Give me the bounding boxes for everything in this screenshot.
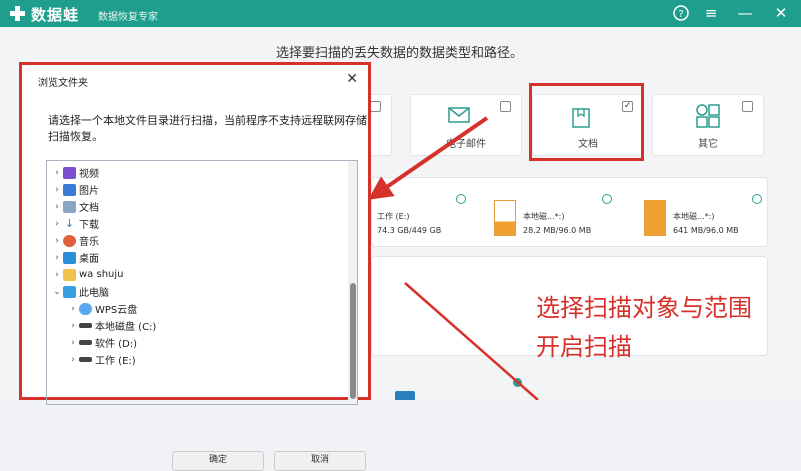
drive-icon (79, 340, 92, 345)
tree-item-wa-shuju[interactable]: › wa shuju (51, 266, 124, 283)
chevron-down-icon[interactable]: ⌄ (51, 287, 63, 297)
drive-radio[interactable] (602, 194, 612, 204)
close-icon[interactable]: ✕ (346, 71, 358, 87)
scan-instruction: 选择要扫描的丢失数据的数据类型和路径。 (276, 46, 524, 61)
drive-icon (79, 323, 92, 328)
tree-item-label: 工作 (E:) (95, 356, 136, 367)
pictures-icon (63, 183, 76, 196)
tree-item-label: 桌面 (79, 254, 99, 265)
file-type-checkbox[interactable] (500, 101, 511, 112)
tree-item-wps-cloud[interactable]: › WPS云盘 (67, 300, 137, 317)
tree-item-label: 此电脑 (79, 288, 109, 299)
menu-icon[interactable]: ≡ (701, 4, 721, 24)
tree-item-label: wa shuju (79, 269, 124, 280)
tree-item-label: 音乐 (79, 237, 99, 248)
chevron-right-icon[interactable]: › (51, 270, 63, 280)
radio-selected[interactable] (513, 378, 522, 387)
file-type-checkbox[interactable] (370, 101, 381, 112)
close-icon[interactable]: ✕ (771, 4, 791, 24)
file-type-card-email[interactable]: 电子邮件 (410, 94, 522, 156)
title-bar: 数据蛙 数据恢复专家 ? ≡ — ✕ (0, 0, 801, 27)
drive-icon (644, 200, 666, 236)
drive-radio[interactable] (752, 194, 762, 204)
chevron-right-icon[interactable]: › (67, 321, 79, 331)
chevron-right-icon[interactable]: › (51, 253, 63, 263)
drive-local2-size: 641 MB/96.0 MB (673, 226, 739, 235)
drive-e-label[interactable]: 工作 (E:) (377, 211, 410, 222)
cloud-icon (79, 302, 92, 315)
folder-icon (395, 391, 415, 400)
computer-icon (63, 285, 76, 298)
tree-item-desktop[interactable]: › 桌面 (51, 249, 99, 266)
file-type-label: 其它 (698, 139, 718, 150)
app-subtitle: 数据恢复专家 (98, 12, 158, 23)
tree-item-label: 文档 (79, 203, 99, 214)
drive-local2-label[interactable]: 本地磁...*:) (673, 211, 714, 222)
drive-icon (79, 357, 92, 362)
drive-radio[interactable] (456, 194, 466, 204)
tree-item-drive-e[interactable]: › 工作 (E:) (67, 351, 136, 368)
minimize-icon[interactable]: — (735, 4, 755, 24)
drive-local-label[interactable]: 本地磁...*:) (523, 211, 564, 222)
chevron-right-icon[interactable]: › (51, 202, 63, 212)
dialog-title: 浏览文件夹 (38, 78, 88, 89)
folder-icon (63, 268, 76, 281)
drive-icon (494, 200, 516, 236)
callout-line-2: 开启扫描 (536, 333, 632, 361)
browse-folder-dialog: 浏览文件夹 ✕ 请选择一个本地文件目录进行扫描，当前程序不支持远程联网存储扫描恢… (19, 62, 371, 471)
chevron-right-icon[interactable]: › (51, 185, 63, 195)
file-type-checkbox[interactable] (742, 101, 753, 112)
tree-item-documents[interactable]: › 文档 (51, 198, 99, 215)
music-icon (63, 234, 76, 247)
svg-text:?: ? (678, 9, 683, 20)
tree-item-videos[interactable]: › 视频 (51, 164, 99, 181)
cancel-button[interactable]: 取消 (274, 451, 366, 471)
scrollbar-thumb[interactable] (350, 283, 356, 399)
tree-item-drive-d[interactable]: › 软件 (D:) (67, 334, 137, 351)
tree-item-downloads[interactable]: › ↓ 下载 (51, 215, 99, 232)
chevron-right-icon[interactable]: › (67, 355, 79, 365)
tree-item-label: 图片 (79, 186, 99, 197)
tree-item-this-pc[interactable]: ⌄ 此电脑 (51, 283, 109, 300)
callout-line-1: 选择扫描对象与范围 (536, 294, 752, 322)
chevron-right-icon[interactable]: › (51, 236, 63, 246)
tree-item-drive-c[interactable]: › 本地磁盘 (C:) (67, 317, 156, 334)
tree-item-label: 视频 (79, 169, 99, 180)
highlight-box-document (529, 83, 644, 161)
desktop-icon (63, 251, 76, 264)
help-icon[interactable]: ? (671, 4, 691, 24)
chevron-right-icon[interactable]: › (51, 168, 63, 178)
folder-tree[interactable]: › 视频 › 图片 › 文档 › ↓ 下载 › 音乐 › 桌面 › wa shuju ⌄ 此电脑 … (46, 160, 358, 405)
ok-button[interactable]: 确定 (172, 451, 264, 471)
tree-item-music[interactable]: › 音乐 (51, 232, 99, 249)
dialog-description: 请选择一个本地文件目录进行扫描，当前程序不支持远程联网存储扫描恢复。 (48, 114, 367, 143)
chevron-right-icon[interactable]: › (51, 219, 63, 229)
downloads-icon: ↓ (64, 216, 75, 230)
tree-item-label: WPS云盘 (95, 305, 138, 316)
tree-item-label: 本地磁盘 (C:) (95, 322, 157, 333)
chevron-right-icon[interactable]: › (67, 338, 79, 348)
email-icon (448, 107, 470, 123)
other-icon (696, 104, 720, 128)
tree-item-label: 软件 (D:) (95, 339, 138, 350)
file-type-label: 电子邮件 (446, 139, 486, 150)
video-icon (63, 166, 76, 179)
drive-e-size: 74.3 GB/449 GB (377, 226, 442, 235)
documents-icon (63, 200, 76, 213)
app-name: 数据蛙 (31, 6, 80, 24)
drive-local-size: 28.2 MB/96.0 MB (523, 226, 592, 235)
chevron-right-icon[interactable]: › (67, 304, 79, 314)
app-logo-icon (10, 6, 25, 21)
tree-item-pictures[interactable]: › 图片 (51, 181, 99, 198)
file-type-card-other[interactable]: 其它 (652, 94, 764, 156)
tree-item-label: 下载 (79, 220, 99, 231)
